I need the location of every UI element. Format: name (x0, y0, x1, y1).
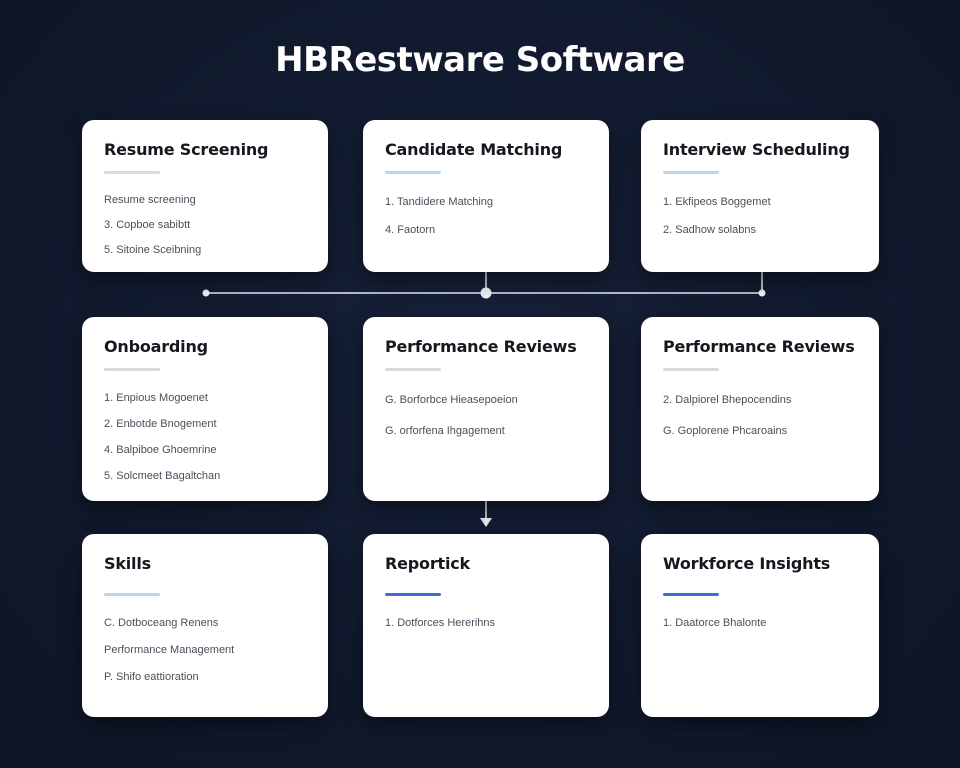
list-item: 2. Enbotde Bnogement (104, 418, 217, 430)
card-candidate-matching[interactable]: Candidate Matching 1. Tandidere Matching… (363, 120, 609, 272)
card-underline (663, 368, 719, 371)
card-title: Performance Reviews (385, 337, 577, 356)
card-underline (385, 368, 441, 371)
card-title: Workforce Insights (663, 554, 831, 573)
card-underline (663, 593, 719, 596)
connector-node-left (202, 289, 210, 297)
list-item: 2. Dalpiorel Bhepocendins (663, 394, 792, 406)
card-title: Skills (104, 554, 151, 573)
card-interview-scheduling[interactable]: Interview Scheduling 1. Ekfipeos Boggeme… (641, 120, 879, 272)
card-title: Performance Reviews (663, 337, 855, 356)
card-workforce-insights[interactable]: Workforce Insights 1. Daatorce Bhalonte (641, 534, 879, 717)
list-item: Resume screening (104, 194, 196, 206)
card-underline (104, 368, 160, 371)
list-item: 4. Faotorn (385, 224, 436, 236)
list-item: G. orforfena Ihgagement (385, 425, 505, 437)
page-title: HBRestware Software (275, 40, 685, 80)
card-title: Reportick (385, 554, 470, 573)
list-item: Performance Management (104, 644, 235, 656)
card-underline (663, 171, 719, 174)
list-item: C. Dotboceang Renens (104, 617, 219, 629)
list-item: 4. Balpiboe Ghoemrine (104, 444, 217, 456)
connector-arrowhead (480, 518, 492, 527)
list-item: 1. Tandidere Matching (385, 196, 494, 208)
card-skills[interactable]: Skills C. Dotboceang Renens Performance … (82, 534, 328, 717)
list-item: 1. Daatorce Bhalonte (663, 617, 767, 629)
card-performance-reviews-secondary[interactable]: Performance Reviews 2. Dalpiorel Bhepoce… (641, 317, 879, 501)
card-underline (385, 593, 441, 596)
card-underline (385, 171, 441, 174)
list-item: 3. Copboe sabibtt (104, 219, 191, 231)
card-title: Interview Scheduling (663, 140, 850, 159)
list-item: 2. Sadhow solabns (663, 224, 756, 236)
list-item: 5. Sitoine Sceibning (104, 244, 202, 256)
card-title: Resume Screening (104, 140, 269, 159)
card-underline (104, 593, 160, 596)
list-item: 1. Ekfipeos Boggemet (663, 196, 771, 208)
card-reportick[interactable]: Reportick 1. Dotforces Hererihns (363, 534, 609, 717)
card-performance-reviews[interactable]: Performance Reviews G. Borforbce Hieasep… (363, 317, 609, 501)
list-item: 5. Solcmeet Bagaltchan (104, 470, 221, 482)
list-item: G. Goplorene Phcaroains (663, 425, 788, 437)
card-resume-screening[interactable]: Resume Screening Resume screening 3. Cop… (82, 120, 328, 272)
card-title: Candidate Matching (385, 140, 563, 159)
connector-node-right (758, 289, 766, 297)
list-item: 1. Enpious Mogoenet (104, 392, 208, 404)
list-item: P. Shifo eattioration (104, 671, 199, 683)
connector-node-center (480, 287, 492, 299)
list-item: G. Borforbce Hieasepoeion (385, 394, 518, 406)
list-item: 1. Dotforces Hererihns (385, 617, 496, 629)
card-title: Onboarding (104, 337, 208, 356)
card-underline (104, 171, 160, 174)
card-onboarding[interactable]: Onboarding 1. Enpious Mogoenet 2. Enbotd… (82, 317, 328, 501)
